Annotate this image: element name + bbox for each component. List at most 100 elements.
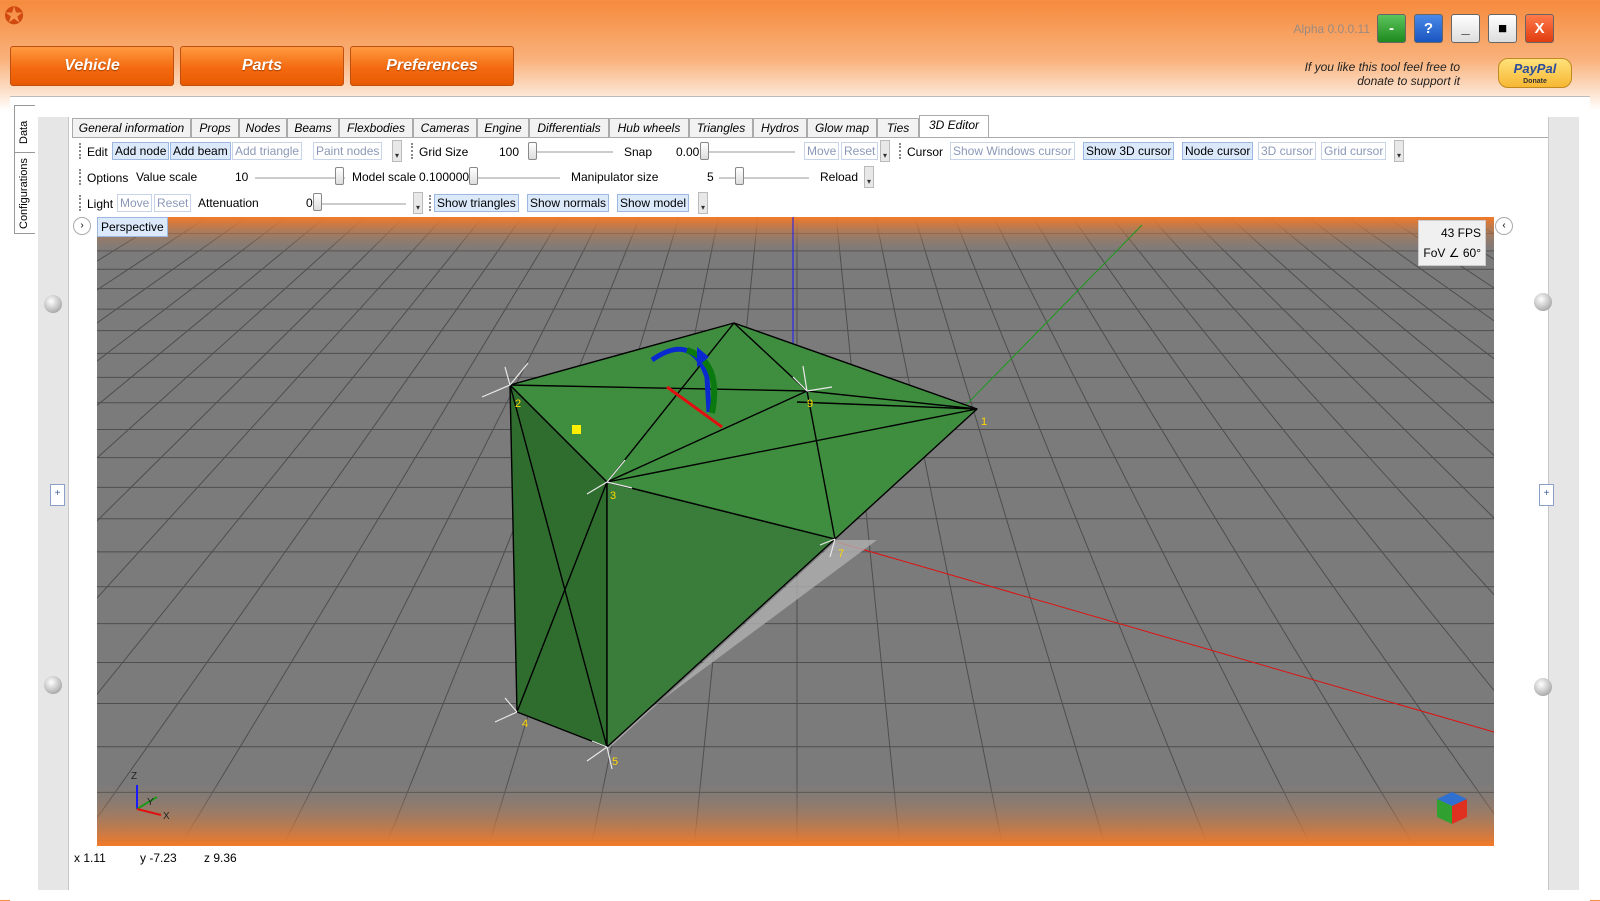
value-scale-value: 10	[235, 170, 249, 184]
model-scale-slider[interactable]	[470, 177, 560, 180]
model-scale-slider-thumb[interactable]	[469, 167, 478, 185]
minimize-button[interactable]: _	[1451, 14, 1480, 43]
grid-size-slider-thumb[interactable]	[528, 142, 537, 160]
right-rail-knob-top[interactable]	[1534, 293, 1552, 311]
nav-vehicle-button[interactable]: Vehicle	[10, 46, 174, 86]
snap-slider-thumb[interactable]	[700, 142, 709, 160]
axis-y-label: Y	[147, 797, 154, 808]
grid-reset-button[interactable]: Reset	[841, 142, 879, 160]
snap-slider[interactable]	[700, 151, 795, 154]
scene-canvas[interactable]: 2 9 1 3 7 4 5 Z Y X	[97, 217, 1494, 846]
3d-viewport[interactable]: 2 9 1 3 7 4 5 Z Y X 43 FPS FoV ∠ 60°	[97, 217, 1494, 846]
toolbar-grip[interactable]	[79, 143, 83, 159]
view-overflow-dropdown[interactable]: ▾	[698, 192, 708, 214]
right-rail-knob-bottom[interactable]	[1534, 678, 1552, 696]
tab-3d-editor[interactable]: 3D Editor	[919, 115, 989, 138]
tab-beams[interactable]: Beams	[287, 118, 339, 137]
tab-bar: General information Props Nodes Beams Fl…	[72, 115, 1548, 138]
status-x: x 1.11	[74, 851, 106, 865]
add-triangle-button[interactable]: Add triangle	[232, 142, 303, 160]
left-rail-knob-top[interactable]	[44, 295, 62, 313]
manipulator-size-value: 5	[707, 170, 714, 184]
edit-overflow-dropdown[interactable]: ▾	[392, 140, 402, 162]
grid-size-value: 100	[499, 145, 520, 159]
light-reset-button[interactable]: Reset	[154, 194, 192, 212]
side-tab-data[interactable]: Data	[14, 105, 35, 153]
tab-hub-wheels[interactable]: Hub wheels	[609, 118, 689, 137]
snap-label: Snap	[624, 145, 653, 159]
node-label[interactable]: 4	[522, 718, 528, 730]
nav-parts-button[interactable]: Parts	[180, 46, 344, 86]
node-label[interactable]: 9	[807, 398, 813, 410]
light-move-button[interactable]: Move	[117, 194, 153, 212]
add-node-button[interactable]: Add node	[112, 142, 170, 160]
close-button[interactable]: X	[1525, 14, 1554, 43]
value-scale-slider[interactable]	[255, 177, 345, 180]
tab-ties[interactable]: Ties	[877, 118, 919, 137]
snap-value: 0.00	[676, 145, 700, 159]
attenuation-label: Attenuation	[198, 196, 259, 210]
tab-hydros[interactable]: Hydros	[753, 118, 807, 137]
manipulator-size-slider[interactable]	[719, 177, 809, 180]
node-cursor-button[interactable]: Node cursor	[1182, 142, 1254, 160]
light-overflow-dropdown[interactable]: ▾	[413, 192, 423, 214]
add-beam-button[interactable]: Add beam	[170, 142, 231, 160]
show-normals-button[interactable]: Show normals	[527, 194, 610, 212]
tab-flexbodies[interactable]: Flexbodies	[339, 118, 413, 137]
maximize-button[interactable]: ■	[1488, 14, 1517, 43]
toolbar-grip[interactable]	[429, 195, 433, 211]
grid-move-button[interactable]: Move	[804, 142, 840, 160]
node-label[interactable]: 5	[612, 756, 618, 768]
node-label[interactable]: 7	[838, 548, 844, 560]
tab-cameras[interactable]: Cameras	[413, 118, 477, 137]
minimize-green-button[interactable]: -	[1377, 14, 1406, 43]
help-button[interactable]: ?	[1414, 14, 1443, 43]
3d-cursor-button[interactable]: 3D cursor	[1258, 142, 1317, 160]
donate-line-2: donate to support it	[1357, 74, 1460, 88]
side-tab-configurations-label: Configurations	[18, 158, 30, 229]
toolbar-grip[interactable]	[411, 143, 415, 159]
tab-triangles[interactable]: Triangles	[689, 118, 753, 137]
edit-label: Edit	[87, 145, 108, 159]
reload-button[interactable]: Reload	[817, 168, 861, 186]
grid-overflow-dropdown[interactable]: ▾	[880, 140, 890, 162]
stats-overlay: 43 FPS FoV ∠ 60°	[1418, 220, 1486, 266]
paint-nodes-button[interactable]: Paint nodes	[313, 142, 383, 160]
right-expand-icon[interactable]: +	[1539, 484, 1554, 506]
show-model-button[interactable]: Show model	[617, 194, 690, 212]
toolbar-grip[interactable]	[79, 195, 83, 211]
collapse-left-icon[interactable]: ›	[73, 217, 91, 235]
show-3d-cursor-button[interactable]: Show 3D cursor	[1083, 142, 1175, 160]
options-overflow-dropdown[interactable]: ▾	[864, 166, 874, 188]
node-label[interactable]: 3	[610, 490, 616, 502]
tab-engine[interactable]: Engine	[477, 118, 529, 137]
toolbar-grip[interactable]	[899, 143, 903, 159]
perspective-mode-button[interactable]: Perspective	[97, 217, 168, 237]
tab-props[interactable]: Props	[191, 118, 239, 137]
node-label[interactable]: 1	[981, 416, 987, 428]
tab-nodes[interactable]: Nodes	[239, 118, 287, 137]
paypal-donate-button[interactable]: PayPal Donate	[1498, 58, 1572, 88]
grid-cursor-button[interactable]: Grid cursor	[1321, 142, 1387, 160]
manipulator-size-slider-thumb[interactable]	[735, 167, 744, 185]
left-expand-icon[interactable]: +	[50, 484, 65, 506]
node-label[interactable]: 2	[515, 398, 521, 410]
attenuation-slider-thumb[interactable]	[313, 193, 322, 211]
toolbar-grip[interactable]	[79, 169, 83, 185]
paypal-label: PayPal	[1513, 61, 1557, 76]
attenuation-slider[interactable]	[314, 203, 406, 206]
value-scale-slider-thumb[interactable]	[335, 167, 344, 185]
show-windows-cursor-button[interactable]: Show Windows cursor	[950, 142, 1075, 160]
axis-x-label: X	[163, 811, 170, 822]
tab-glow-map[interactable]: Glow map	[807, 118, 877, 137]
grid-size-slider[interactable]	[528, 151, 613, 154]
side-tab-configurations[interactable]: Configurations	[14, 152, 35, 234]
tab-differentials[interactable]: Differentials	[529, 118, 609, 137]
show-triangles-button[interactable]: Show triangles	[434, 194, 519, 212]
cursor-overflow-dropdown[interactable]: ▾	[1394, 140, 1404, 162]
nav-preferences-button[interactable]: Preferences	[350, 46, 514, 86]
manipulator-size-label: Manipulator size	[571, 170, 659, 184]
tab-general-information[interactable]: General information	[72, 118, 191, 137]
collapse-right-icon[interactable]: ‹	[1495, 217, 1513, 235]
left-rail-knob-bottom[interactable]	[44, 676, 62, 694]
